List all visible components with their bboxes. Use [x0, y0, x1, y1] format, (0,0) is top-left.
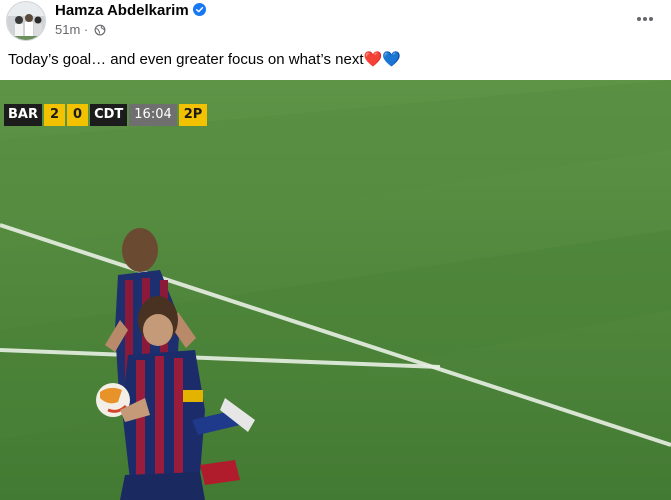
- scorebug-home-score: 2: [43, 104, 66, 126]
- verified-badge-icon: [192, 3, 206, 16]
- scorebug-clock: 16:04: [129, 104, 177, 126]
- more-horizontal-icon: [637, 17, 653, 21]
- video-player[interactable]: [0, 80, 671, 500]
- scorebug-away-score: 0: [67, 104, 89, 126]
- post-header: Hamza Abdelkarim 51m ·: [0, 0, 671, 44]
- avatar[interactable]: [6, 1, 46, 41]
- video-frame: [0, 80, 671, 500]
- meta-separator: ·: [83, 22, 89, 37]
- scorebug-away-team: CDT: [90, 104, 128, 126]
- post-time[interactable]: 51m: [55, 22, 80, 37]
- post-caption: Today’s goal… and even greater focus on …: [8, 51, 401, 68]
- more-options-button[interactable]: [628, 4, 662, 34]
- scorebug-period: 2P: [178, 104, 208, 126]
- scorebug: BAR 2 0 CDT 16:04 2P: [4, 104, 208, 126]
- author-name[interactable]: Hamza Abdelkarim: [55, 2, 206, 19]
- author-name-text[interactable]: Hamza Abdelkarim: [55, 2, 189, 19]
- globe-icon[interactable]: [94, 24, 106, 36]
- scorebug-home-team: BAR: [4, 104, 42, 126]
- post-meta: 51m ·: [55, 22, 106, 37]
- avatar-image: [7, 2, 45, 40]
